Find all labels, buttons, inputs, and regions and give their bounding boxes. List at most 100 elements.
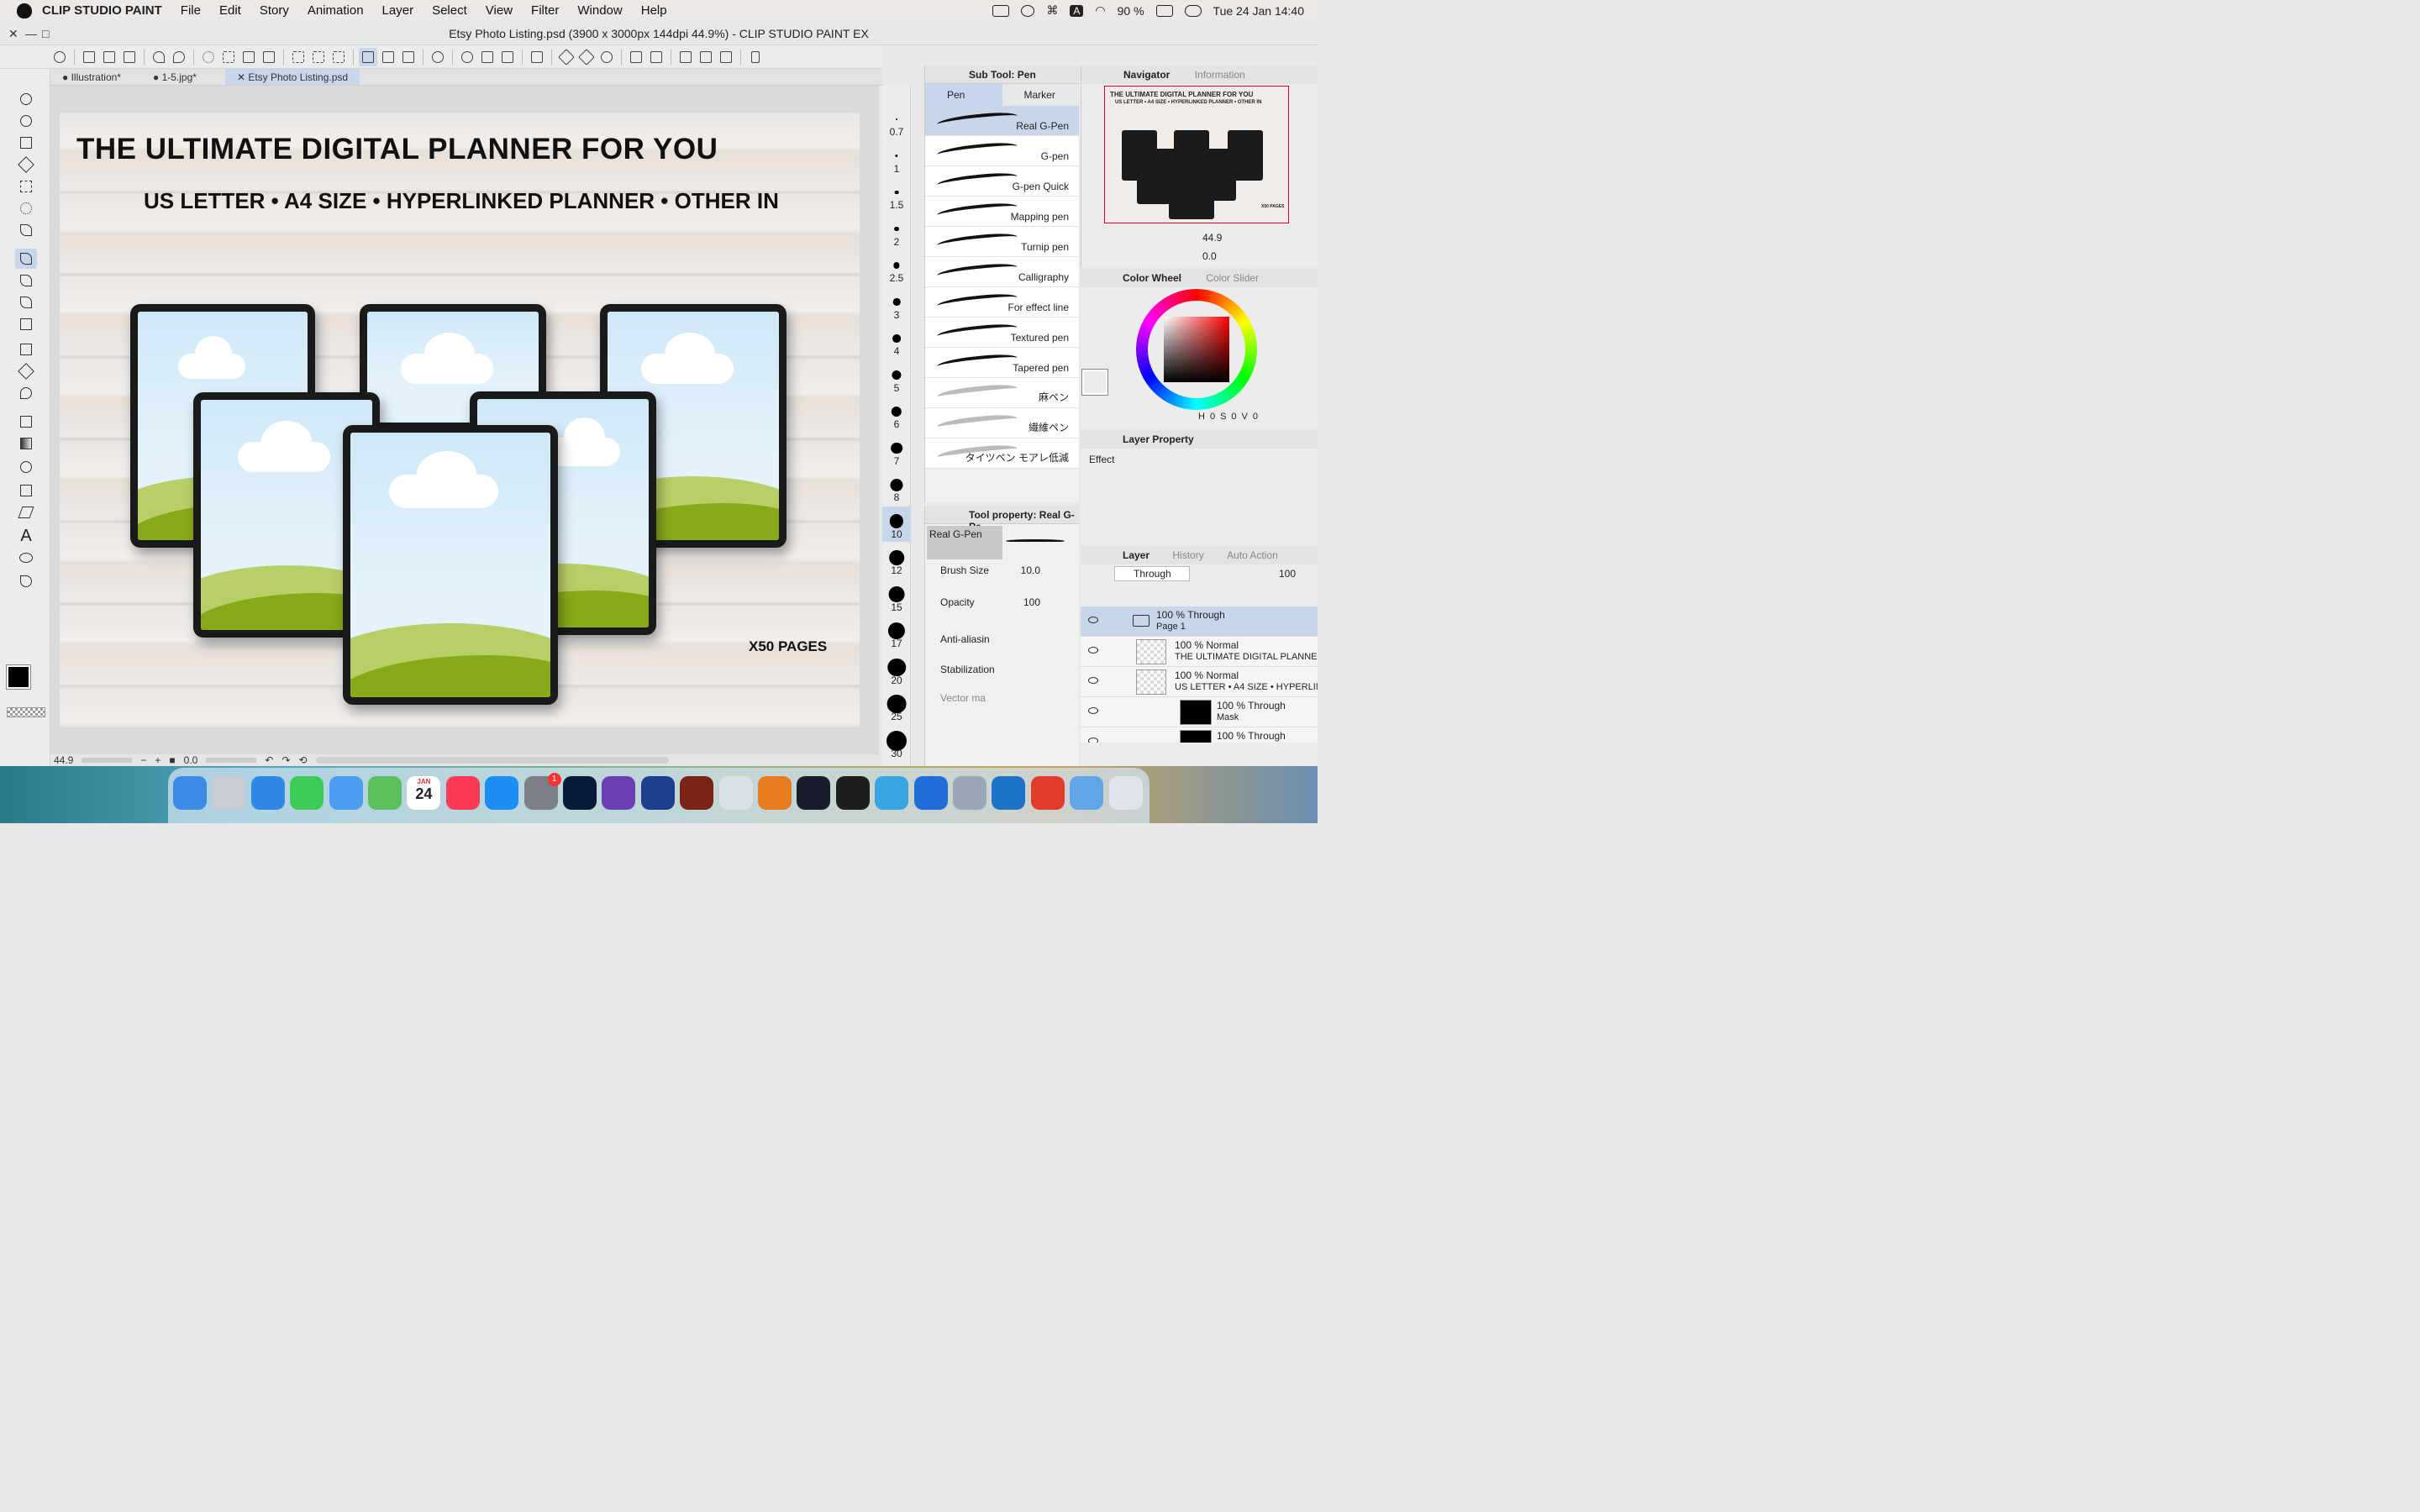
messages-icon[interactable] [290,776,324,810]
pencil-icon[interactable] [647,48,666,66]
apple-icon[interactable] [17,3,32,18]
stop-icon[interactable]: ■ [169,754,175,766]
brush-size-preset[interactable]: 1 [882,141,911,176]
creative-cloud-icon[interactable] [1021,4,1035,17]
saturation-value-square[interactable] [1164,317,1229,382]
zoom-slider[interactable] [82,758,133,763]
decoration-tool-icon[interactable] [15,339,37,360]
eraser-icon[interactable] [15,361,37,381]
snap-to-grid-icon[interactable] [399,48,418,66]
tab-illustration[interactable]: ● Illustration* [50,69,133,85]
layer-row[interactable]: 100 % NormalTHE ULTIMATE DIGITAL PLANNER… [1081,637,1318,667]
terminal-icon[interactable] [835,776,870,810]
crop-icon[interactable] [289,48,308,66]
maps-icon[interactable] [368,776,402,810]
selection-tool-icon[interactable] [15,176,37,197]
snap-to-ruler-icon[interactable] [359,47,377,66]
navigator-thumbnail[interactable]: THE ULTIMATE DIGITAL PLANNER FOR YOU US … [1104,86,1289,223]
brush-item[interactable]: 繊維ペン [925,408,1079,438]
visibility-eye-icon[interactable] [1088,707,1098,714]
tab-layer[interactable]: Layer [1123,549,1150,561]
brush-size-preset[interactable]: 7 [882,433,911,469]
app-menu[interactable]: CLIP STUDIO PAINT [42,3,162,18]
word-icon[interactable] [913,776,948,810]
brush-size-preset[interactable]: 10 [882,506,911,542]
canvas[interactable]: THE ULTIMATE DIGITAL PLANNER FOR YOU US … [60,113,860,727]
menu-edit[interactable]: Edit [219,3,241,18]
zoom-out-icon[interactable]: − [140,754,146,766]
visibility-eye-icon[interactable] [1088,738,1098,743]
brush-tool-icon[interactable] [15,292,37,312]
screen-mirroring-icon[interactable] [992,4,1010,17]
preview-icon[interactable] [953,776,986,810]
brush-item[interactable]: Tapered pen [925,348,1079,378]
brush-size-preset[interactable]: 3 [882,287,911,323]
brush-size-preset[interactable]: 30 [882,726,911,761]
trash-icon[interactable] [1108,776,1143,810]
blend-mode-select[interactable]: Through [1114,566,1190,581]
opacity-value[interactable]: 100 [1023,596,1040,608]
menu-help[interactable]: Help [641,3,667,18]
vector-settings-icon[interactable] [597,48,616,66]
brush-item[interactable]: Mapping pen [925,197,1079,227]
blender-icon[interactable] [758,776,792,810]
brush-item[interactable]: G-pen Quick [925,166,1079,197]
brush-item[interactable]: タイツペン モアレ低減 [925,438,1079,469]
layer-row[interactable]: 100 % Normal US LETTER • A4 SIZE • HYPERL… [1081,667,1318,697]
brush-size-preset[interactable]: 5 [882,360,911,396]
appstore-icon[interactable] [485,776,519,810]
calendar-icon[interactable]: JAN 24 [407,776,441,810]
brush-item[interactable]: Real G-Pen [925,106,1079,136]
tab-marker[interactable]: Marker [1002,84,1080,106]
figure-tool-icon[interactable] [15,457,37,477]
new-file-icon[interactable] [80,48,98,66]
battery-icon[interactable] [1155,4,1173,17]
input-source-icon[interactable]: A [1070,4,1084,17]
fill-tool-icon[interactable] [15,412,37,432]
layer-stack-icon[interactable] [498,48,517,66]
menu-file[interactable]: File [181,3,201,18]
menu-story[interactable]: Story [260,3,289,18]
zoom-in-icon[interactable]: + [155,754,160,766]
selection-range-icon[interactable] [329,48,348,66]
music-icon[interactable] [445,776,480,810]
clip-studio-icon[interactable] [718,776,753,810]
open-file-icon[interactable] [100,48,118,66]
tab-history[interactable]: History [1172,549,1203,561]
color-main-swatch[interactable] [1082,370,1107,395]
menu-animation[interactable]: Animation [308,3,364,18]
help-icon[interactable] [429,48,447,66]
redo-icon[interactable] [170,48,188,66]
affinity-publisher-icon[interactable] [680,776,714,810]
layer-color-icon[interactable] [458,48,476,66]
layer-row[interactable]: 100 % Through Page 1 [1081,606,1318,637]
photoshop-icon[interactable] [563,776,597,810]
brush-size-preset[interactable]: 17 [882,616,911,651]
operation-tool-icon[interactable] [15,133,37,153]
save-icon[interactable] [120,48,139,66]
tab-color-wheel[interactable]: Color Wheel [1123,272,1181,284]
airbrush-icon[interactable] [15,314,37,334]
view-fit-icon[interactable] [676,48,695,66]
view-rotate-icon[interactable] [717,48,735,66]
brush-size-preset[interactable]: 25 [882,689,911,724]
layer-opacity-value[interactable]: 100 [1279,568,1296,580]
affinity-designer-icon[interactable] [640,776,675,810]
zoom-tool-icon[interactable] [15,89,37,109]
clip-studio-icon[interactable] [50,48,69,66]
pen-quick-icon[interactable] [557,48,576,66]
mail-icon[interactable] [329,776,363,810]
view-zoom-icon[interactable] [697,48,715,66]
brush-size-preset[interactable]: 2 [882,214,911,249]
tab-auto-action[interactable]: Auto Action [1227,549,1278,561]
intellij-icon[interactable] [797,776,831,810]
tab-etsy-photo-listing[interactable]: ✕ Etsy Photo Listing.psd [224,69,360,85]
layer-row[interactable]: 100 % ThroughMask [1081,697,1318,727]
brush-size-preset[interactable]: 20 [882,653,911,688]
text-tool-icon[interactable]: A [15,526,37,546]
telegram-icon[interactable] [875,776,909,810]
brush-size-preset[interactable]: 0.7 [882,104,911,139]
brush-size-value[interactable]: 10.0 [1021,564,1040,576]
brush-item[interactable]: 麻ペン [925,378,1079,408]
deselect-icon[interactable] [219,48,238,66]
